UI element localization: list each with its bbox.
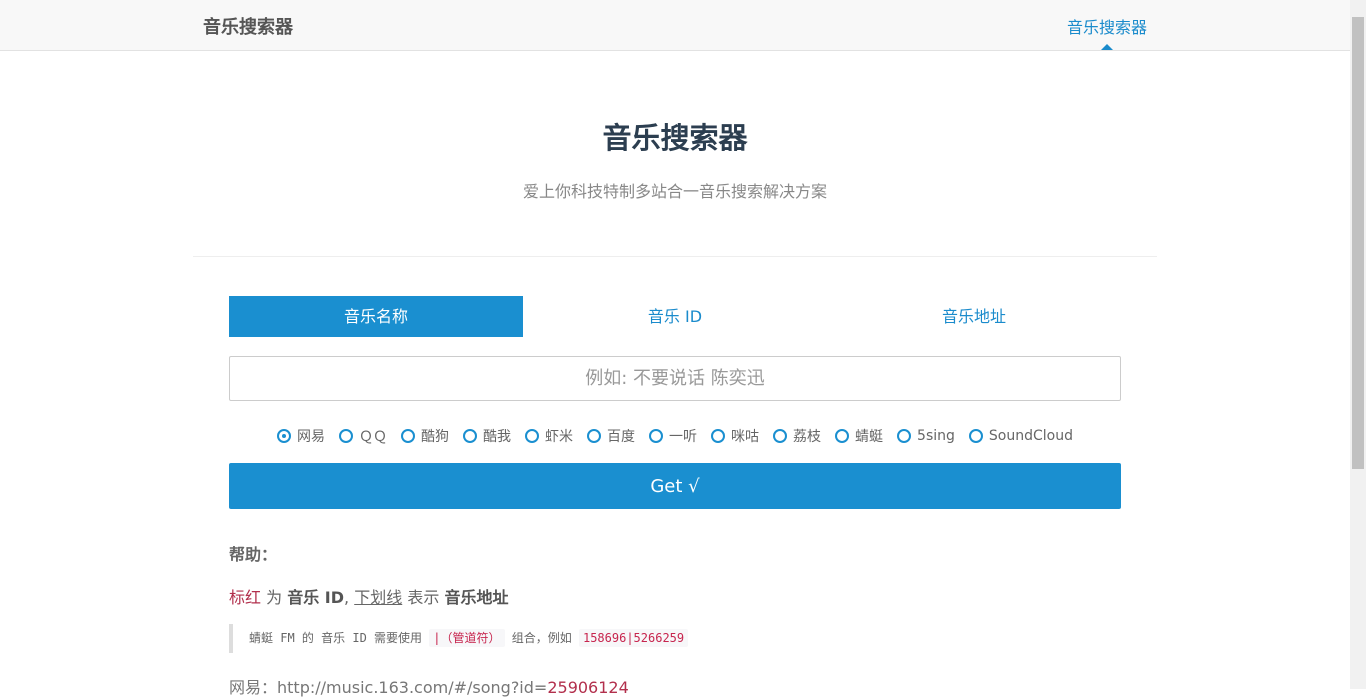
active-nav-caret-icon	[1101, 44, 1113, 50]
quote-example-code: 158696|5266259	[578, 629, 689, 647]
radio-unchecked-icon	[968, 429, 983, 443]
page-subtitle: 爱上你科技特制多站合一音乐搜索解决方案	[522, 182, 827, 201]
source-radio-5sing[interactable]: 5sing	[897, 426, 955, 446]
page-scrollbar[interactable]	[1350, 0, 1366, 689]
help-music-id-label: 音乐 ID	[287, 588, 345, 607]
help-underline-text: 下划线	[354, 588, 403, 607]
top-navbar: 音乐搜索器 音乐搜索器	[0, 0, 1350, 51]
example-prefix: 网易：http://music.163.com/#/song?id=	[229, 678, 548, 697]
source-radio-1ting[interactable]: 一听	[649, 426, 697, 446]
source-radio-qq[interactable]: ＱＱ	[339, 426, 387, 446]
tab-music-id[interactable]: 音乐 ID	[528, 296, 822, 337]
radio-unchecked-icon	[587, 429, 602, 443]
tab-music-name[interactable]: 音乐名称	[229, 296, 523, 337]
help-music-url-label: 音乐地址	[444, 588, 509, 607]
help-quote: 蜻蜓 FM 的 音乐 ID 需要使用 |（管道符） 组合，例如 158696|5…	[229, 624, 689, 653]
source-radio-netease[interactable]: 网易	[277, 426, 325, 446]
radio-checked-icon	[277, 429, 292, 443]
radio-unchecked-icon	[835, 429, 850, 443]
source-radio-qingting[interactable]: 蜻蜓	[835, 426, 883, 446]
radio-unchecked-icon	[525, 429, 540, 443]
search-type-tabs: 音乐名称 音乐 ID 音乐地址	[229, 296, 1121, 337]
help-red-text: 标红	[229, 588, 262, 607]
source-radio-soundcloud[interactable]: SoundCloud	[968, 426, 1073, 446]
tab-music-url[interactable]: 音乐地址	[827, 296, 1121, 337]
help-comma: ,	[344, 588, 350, 607]
get-button[interactable]: Get √	[229, 463, 1121, 509]
quote-prefix: 蜻蜓 FM 的 音乐 ID 需要使用	[249, 631, 423, 645]
page-title: 音乐搜索器	[602, 121, 748, 155]
source-radio-group: 网易 ＱＱ 酷狗 酷我 虾米 百度 一听 咪咕 荔枝 蜻蜓 5sing Soun…	[0, 426, 1350, 446]
radio-unchecked-icon	[401, 429, 416, 443]
quote-pipe-code: |（管道符）	[429, 629, 505, 647]
source-radio-xiami[interactable]: 虾米	[525, 426, 573, 446]
help-word-means: 表示	[407, 588, 440, 607]
help-word-for: 为	[266, 588, 283, 607]
help-legend: 标红 为 音乐 ID, 下划线 表示 音乐地址	[229, 584, 508, 608]
example-id: 25906124	[547, 678, 629, 697]
radio-unchecked-icon	[463, 429, 478, 443]
source-radio-kugou[interactable]: 酷狗	[401, 426, 449, 446]
brand-title[interactable]: 音乐搜索器	[203, 13, 293, 39]
nav-link-music-search[interactable]: 音乐搜索器	[1067, 14, 1147, 38]
source-radio-lizhi[interactable]: 荔枝	[773, 426, 821, 446]
search-input[interactable]	[229, 356, 1121, 401]
radio-unchecked-icon	[773, 429, 788, 443]
source-radio-kuwo[interactable]: 酷我	[463, 426, 511, 446]
help-heading: 帮助：	[229, 545, 278, 564]
quote-mid: 组合，例如	[511, 631, 572, 645]
radio-unchecked-icon	[711, 429, 726, 443]
radio-unchecked-icon	[897, 429, 912, 443]
help-example-netease: 网易：http://music.163.com/#/song?id=259061…	[229, 674, 629, 698]
radio-unchecked-icon	[339, 429, 354, 443]
scrollbar-thumb[interactable]	[1352, 17, 1364, 469]
source-radio-baidu[interactable]: 百度	[587, 426, 635, 446]
radio-unchecked-icon	[649, 429, 664, 443]
source-radio-migu[interactable]: 咪咕	[711, 426, 759, 446]
section-divider	[193, 256, 1157, 257]
